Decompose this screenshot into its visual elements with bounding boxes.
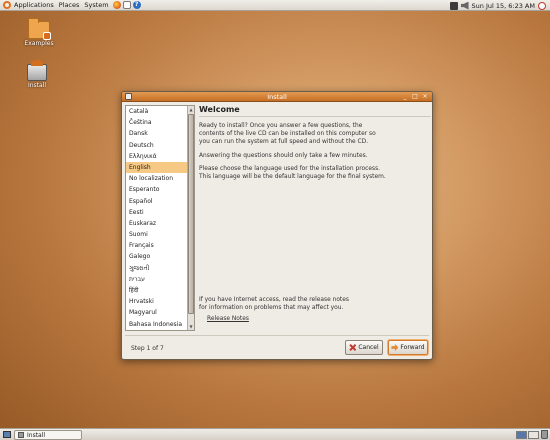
system-tray: Sun Jul 15, 6:23 AM bbox=[449, 0, 546, 11]
language-list-item[interactable]: Ελληνικά bbox=[126, 151, 194, 162]
bottom-panel: Install bbox=[0, 428, 550, 440]
scroll-up-icon[interactable]: ▲ bbox=[188, 106, 194, 113]
duration-text: Answering the questions should only take… bbox=[199, 152, 368, 159]
menu-system[interactable]: System bbox=[83, 1, 112, 9]
language-list-item[interactable]: Dansk bbox=[126, 128, 194, 139]
firefox-icon[interactable] bbox=[112, 1, 121, 9]
installer-icon bbox=[27, 60, 47, 81]
language-list-item[interactable]: ગુજરાતી bbox=[126, 263, 194, 274]
internet-text: If you have Internet access, read the re… bbox=[199, 297, 349, 312]
language-list-item[interactable]: हिंदी bbox=[126, 285, 194, 296]
trash-icon[interactable] bbox=[541, 430, 548, 439]
maximize-icon[interactable]: □ bbox=[411, 93, 419, 100]
network-icon[interactable] bbox=[449, 1, 458, 10]
language-list-item[interactable]: עברית bbox=[126, 274, 194, 285]
taskbar-item-label: Install bbox=[27, 431, 46, 439]
language-list-item[interactable]: Deutsch bbox=[126, 140, 194, 151]
intro-text: Ready to install? Once you answer a few … bbox=[199, 123, 376, 146]
ubuntu-logo-icon[interactable] bbox=[3, 1, 11, 9]
cancel-label: Cancel bbox=[358, 344, 379, 351]
language-list-item[interactable]: Français bbox=[126, 240, 194, 251]
menu-places[interactable]: Places bbox=[58, 1, 84, 9]
desktop-icon-install[interactable]: Install bbox=[20, 60, 54, 89]
workspace-2[interactable] bbox=[528, 431, 539, 439]
language-list-item[interactable]: Hrvatski bbox=[126, 296, 194, 307]
close-icon[interactable]: × bbox=[421, 93, 429, 100]
desktop-icon-label: Install bbox=[27, 82, 47, 89]
language-list-item[interactable]: Bahasa Indonesia bbox=[126, 319, 194, 330]
language-instruction-text: Please choose the language used for the … bbox=[199, 165, 386, 181]
window-titlebar[interactable]: Install _ □ × bbox=[122, 92, 432, 102]
language-list-item[interactable]: Català bbox=[126, 106, 194, 117]
install-window: Install _ □ × Català Čeština Dansk Deutsch Ε… bbox=[121, 91, 433, 360]
language-list-item[interactable]: Esperanto bbox=[126, 184, 194, 195]
step-indicator: Step 1 of 7 bbox=[131, 345, 164, 352]
help-icon[interactable]: ? bbox=[132, 1, 141, 9]
cancel-button[interactable]: Cancel bbox=[345, 340, 383, 355]
language-list-item[interactable]: Magyarul bbox=[126, 307, 194, 318]
language-list-item[interactable]: No localization bbox=[126, 173, 194, 184]
volume-icon[interactable] bbox=[460, 1, 469, 10]
taskbar-item-install[interactable]: Install bbox=[14, 430, 82, 440]
divider bbox=[125, 335, 429, 336]
minimize-icon[interactable]: _ bbox=[401, 93, 409, 100]
language-list-item[interactable]: Español bbox=[126, 196, 194, 207]
language-list-item[interactable]: Eesti bbox=[126, 207, 194, 218]
forward-label: Forward bbox=[400, 344, 425, 351]
scrollbar-thumb[interactable] bbox=[188, 114, 194, 314]
installer-icon bbox=[18, 432, 24, 438]
scroll-down-icon[interactable]: ▼ bbox=[188, 323, 194, 330]
cancel-icon bbox=[349, 344, 357, 351]
release-notes-link[interactable]: Release Notes bbox=[207, 316, 249, 322]
page-title: Welcome bbox=[199, 105, 431, 117]
forward-button[interactable]: Forward bbox=[388, 340, 428, 355]
mail-icon[interactable] bbox=[122, 1, 131, 9]
clock[interactable]: Sun Jul 15, 6:23 AM bbox=[472, 2, 535, 10]
top-panel: Applications Places System ? Sun Jul 15,… bbox=[0, 0, 550, 11]
language-list-item[interactable]: Euskaraz bbox=[126, 218, 194, 229]
desktop-icon-examples[interactable]: Examples bbox=[22, 18, 56, 47]
language-list-item[interactable]: Italiano bbox=[126, 330, 194, 331]
welcome-panel: Welcome Ready to install? Once you answe… bbox=[199, 105, 431, 181]
desktop-icon-label: Examples bbox=[24, 40, 54, 47]
menu-applications[interactable]: Applications bbox=[13, 1, 58, 9]
language-list-item[interactable]: Galego bbox=[126, 251, 194, 262]
forward-arrow-icon bbox=[391, 344, 399, 351]
language-list-scrollbar[interactable]: ▲ ▼ bbox=[187, 106, 194, 330]
language-list-item[interactable]: Čeština bbox=[126, 117, 194, 128]
folder-icon bbox=[28, 18, 51, 40]
workspace-1[interactable] bbox=[516, 431, 527, 439]
language-list-item[interactable]: English bbox=[126, 161, 194, 174]
language-list[interactable]: Català Čeština Dansk Deutsch Ελληνικά English… bbox=[125, 105, 195, 331]
release-notes-section: If you have Internet access, read the re… bbox=[199, 296, 429, 322]
power-icon[interactable] bbox=[538, 1, 546, 10]
window-title: Install bbox=[267, 92, 287, 101]
language-list-item[interactable]: Suomi bbox=[126, 229, 194, 240]
show-desktop-icon[interactable] bbox=[3, 431, 11, 438]
